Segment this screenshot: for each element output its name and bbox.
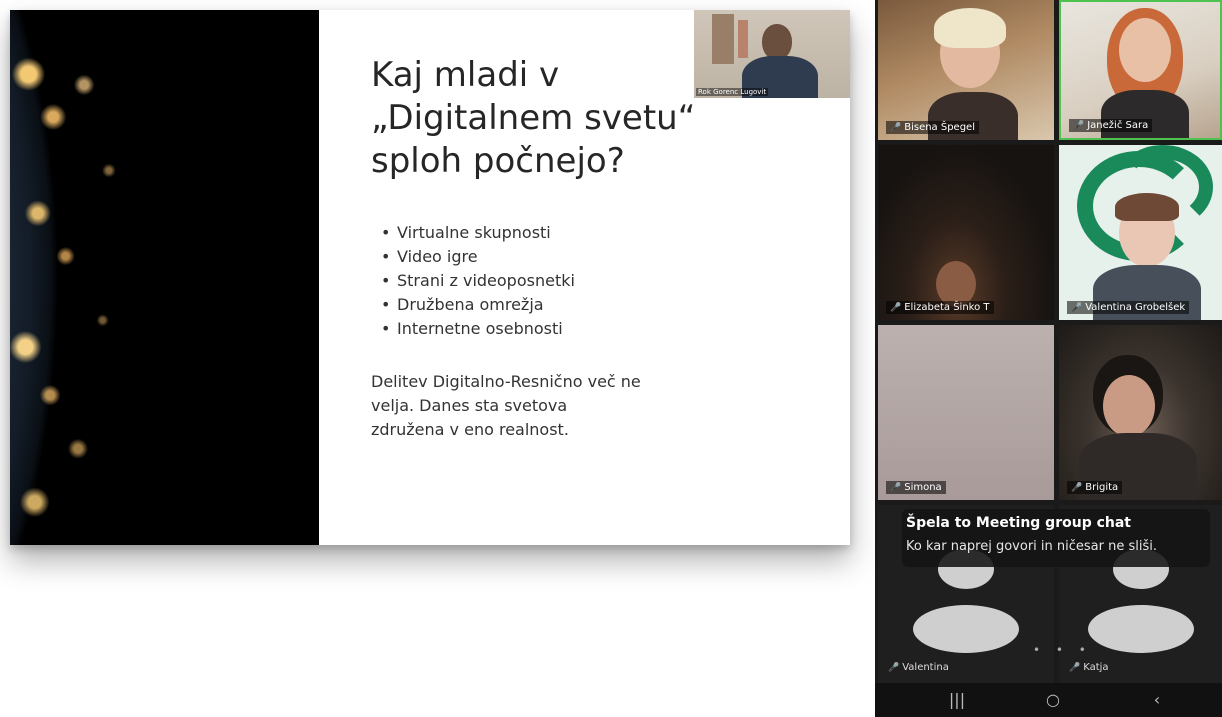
participant-tile[interactable]: 🎤 Valentina Grobelšek [1059, 145, 1222, 320]
home-icon[interactable]: ○ [1033, 689, 1073, 711]
presenter-video-pip[interactable]: Rok Gorenc Lugovit [694, 10, 850, 98]
slide-note: Delitev Digitalno-Resnično več ne velja.… [371, 372, 641, 439]
shared-slide: Kaj mladi v „Digitalnem svetu“ sploh poč… [10, 10, 850, 545]
participant-tile[interactable]: 🎤 Bisena Špegel [878, 0, 1054, 140]
recent-apps-icon[interactable]: ||| [937, 689, 977, 711]
muted-mic-icon: 🎤 [890, 483, 902, 493]
phone-meeting-view: 🎤 Bisena Špegel 🎤 Janežič Sara 🎤 Elizabeta … [875, 0, 1222, 717]
presenter-head [762, 24, 792, 60]
participant-name: 🎤 Simona [886, 481, 946, 494]
chat-message: Ko kar naprej govori in ničesar ne sliši… [906, 539, 1157, 554]
slide-bullet: Internetne osebnosti [381, 317, 575, 341]
participant-name: 🎤 Valentina [888, 662, 949, 673]
avatar-placeholder-icon [1088, 605, 1194, 653]
city-lights [10, 10, 319, 545]
slide-bullet: Družbena omrežja [381, 293, 575, 317]
muted-mic-icon: 🎤 [1073, 121, 1085, 131]
participant-hair [934, 8, 1006, 48]
back-icon[interactable]: ‹ [1137, 689, 1177, 711]
slide-earth-night-image [10, 10, 319, 545]
participant-name: 🎤 Brigita [1067, 481, 1123, 494]
chat-notification[interactable]: Špela to Meeting group chat Ko kar napre… [902, 509, 1210, 567]
slide-bullet: Video igre [381, 245, 575, 269]
participant-name: 🎤 Janežič Sara [1069, 119, 1153, 132]
participant-name: 🎤 Katja [1069, 662, 1109, 673]
muted-mic-icon: 🎤 [890, 303, 902, 313]
muted-mic-icon: 🎤 [1071, 483, 1083, 493]
muted-mic-icon: 🎤 [890, 123, 902, 133]
participant-name: 🎤 Bisena Špegel [886, 121, 979, 134]
muted-mic-icon: 🎤 [1071, 303, 1083, 313]
muted-mic-icon: 🎤 [1069, 663, 1081, 673]
background-shelf [738, 20, 748, 58]
participant-face [1119, 18, 1171, 82]
participant-tile[interactable]: 🎤 Elizabeta Šinko T [878, 145, 1054, 320]
participant-body [1101, 90, 1189, 138]
slide-bullet: Strani z videoposnetki [381, 269, 575, 293]
chat-title: Špela to Meeting group chat [906, 515, 1131, 531]
participant-hair [1115, 193, 1179, 221]
slide-bullet-list: Virtualne skupnosti Video igre Strani z … [381, 221, 575, 341]
page-indicator[interactable]: • • • [1033, 643, 1092, 657]
slide-title: Kaj mladi v „Digitalnem svetu“ sploh poč… [371, 55, 696, 181]
avatar-placeholder-icon [913, 605, 1019, 653]
muted-mic-icon: 🎤 [888, 663, 900, 673]
background-shelf [712, 14, 734, 64]
slide-bullet: Virtualne skupnosti [381, 221, 575, 245]
participant-name: 🎤 Valentina Grobelšek [1067, 301, 1190, 314]
participant-name: 🎤 Elizabeta Šinko T [886, 301, 994, 314]
android-navigation-bar: ||| ○ ‹ [875, 683, 1222, 717]
participant-tile[interactable]: 🎤 Brigita [1059, 325, 1222, 500]
participant-tile-active-speaker[interactable]: 🎤 Janežič Sara [1059, 0, 1222, 140]
participant-tile[interactable]: 🎤 Simona [878, 325, 1054, 500]
presenter-name: Rok Gorenc Lugovit [696, 88, 769, 96]
participant-face [1103, 375, 1155, 437]
